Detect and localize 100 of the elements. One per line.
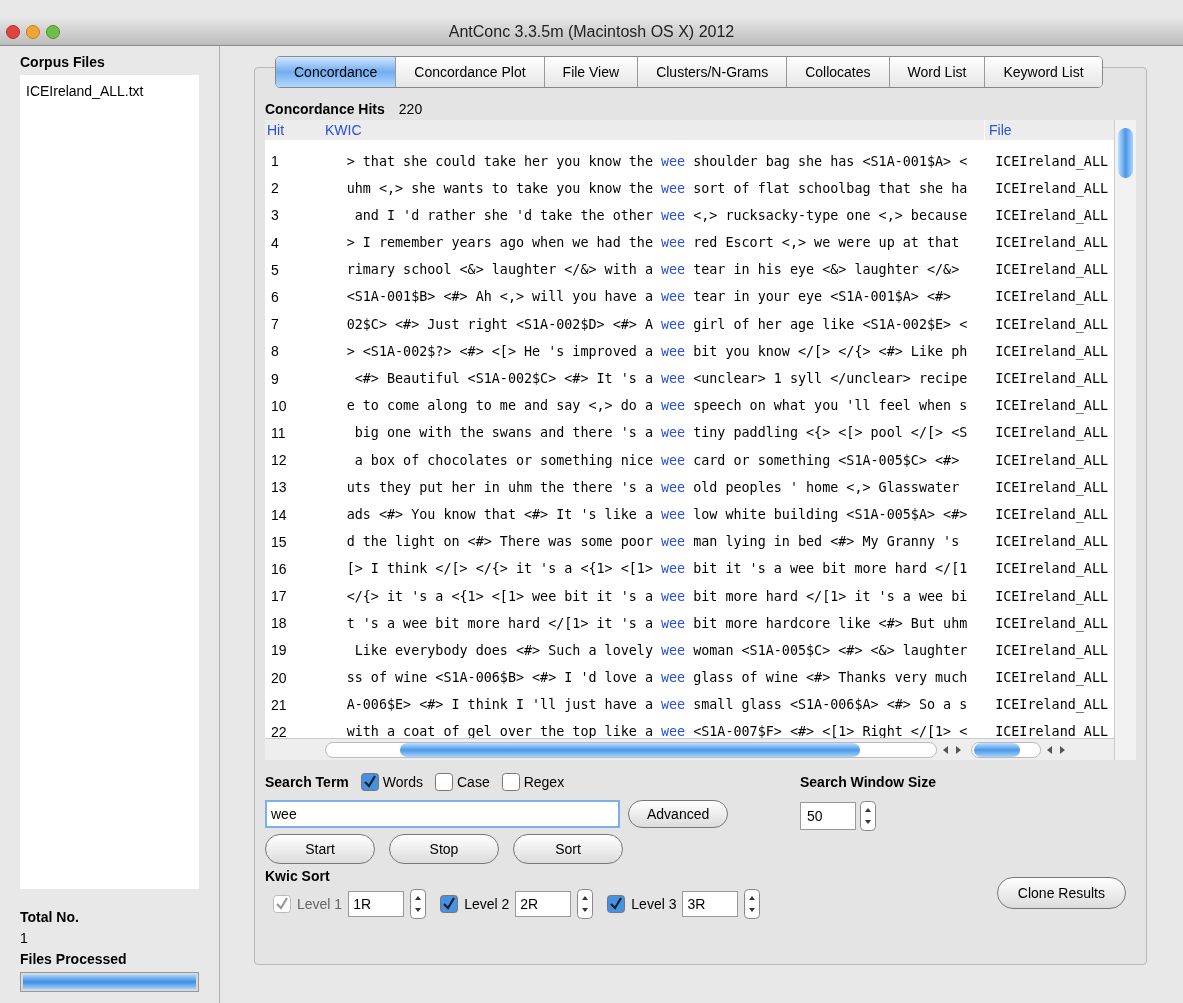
left-context: and I 'd rather she 'd take the other — [353, 206, 653, 225]
level-field[interactable]: 2R — [515, 891, 572, 917]
hit-number: 15 — [270, 532, 288, 552]
left-context: > that she could take her you know the — [346, 152, 653, 171]
keyword: wee — [661, 641, 686, 660]
search-field[interactable]: wee — [265, 800, 620, 828]
file-name: ICEIreland_ALL — [995, 206, 1109, 226]
file-name: ICEIreland_ALL — [995, 723, 1109, 738]
keyword: wee — [661, 342, 686, 361]
right-context: <unclear> 1 syll </unclear> recipe — [693, 370, 969, 389]
scroll-arrows-icon[interactable] — [941, 744, 963, 755]
level-field[interactable]: 3R — [682, 891, 739, 917]
keyword: wee — [661, 179, 686, 198]
hit-number: 11 — [270, 423, 287, 443]
horizontal-scrollbar[interactable] — [971, 741, 1041, 758]
keyword: wee — [661, 397, 686, 416]
file-name: ICEIreland_ALL — [995, 669, 1109, 688]
action-button[interactable]: Sort — [513, 834, 623, 864]
hit-number: 4 — [270, 233, 280, 253]
left-context: uts they put her in uhm the there 's a — [346, 478, 653, 497]
right-context: shoulder bag she has <S1A-001$A> < — [693, 152, 969, 171]
stepper-icon[interactable] — [744, 889, 761, 919]
hit-number: 13 — [270, 478, 288, 498]
level-label: Level 1 — [297, 894, 343, 914]
file-name: ICEIreland_ALL — [995, 397, 1109, 416]
checkbox-label: Regex — [523, 772, 565, 792]
file-name: ICEIreland_ALL — [995, 614, 1109, 634]
hit-number: 20 — [270, 668, 288, 688]
stepper-icon[interactable] — [410, 889, 427, 919]
window-size-field[interactable]: 50 — [800, 802, 856, 830]
tab[interactable]: Collocates — [786, 57, 889, 87]
file-name: ICEIreland_ALL — [995, 451, 1109, 471]
horizontal-scrollbar[interactable] — [325, 741, 937, 758]
scroll-arrows-icon[interactable] — [1045, 744, 1067, 755]
checkbox[interactable] — [501, 773, 520, 791]
level-label: Level 2 — [464, 894, 510, 914]
advanced-button[interactable]: Advanced — [628, 800, 729, 828]
window-title: AntConc 3.3.5m (Macintosh OS X) 2012 — [448, 21, 735, 42]
hit-number: 1 — [270, 152, 280, 172]
file-list-item[interactable]: ICEIreland_ALL.txt — [24, 81, 146, 102]
right-context: tear in his eye <&> laughter </&> — [693, 261, 961, 280]
right-context: tear in your eye <S1A-001$A> <#> — [693, 288, 953, 307]
hit-number: 8 — [270, 342, 280, 362]
window-size-label: Search Window Size — [800, 773, 937, 792]
left-context: <#> Beautiful <S1A-002$C> <#> It 's a — [353, 370, 653, 389]
tab[interactable]: Word List — [888, 57, 985, 87]
right-context: bit more hard </[1> it 's a wee bi — [693, 587, 969, 606]
keyword: wee — [661, 669, 686, 688]
column-header[interactable]: Hit — [265, 119, 325, 141]
total-label: Total No. — [20, 908, 80, 927]
left-context: > <S1A-002$?> <#> <[> He 's improved a — [346, 342, 653, 361]
checkbox[interactable] — [440, 895, 459, 913]
checkbox[interactable] — [360, 773, 379, 791]
keyword: wee — [661, 370, 686, 389]
left-context: uhm <,> she wants to take you know the — [346, 179, 653, 198]
zoom-button[interactable] — [46, 25, 60, 39]
vertical-scrollbar[interactable] — [1114, 120, 1136, 760]
file-name: ICEIreland_ALL — [995, 641, 1109, 661]
file-name: ICEIreland_ALL — [995, 370, 1109, 389]
hits-label: Concordance Hits — [265, 99, 385, 119]
clone-results-button[interactable]: Clone Results — [996, 877, 1126, 909]
file-name: ICEIreland_ALL — [995, 478, 1109, 498]
hit-number: 5 — [270, 260, 280, 280]
file-name: ICEIreland_ALL — [995, 587, 1109, 607]
file-name: ICEIreland_ALL — [995, 179, 1109, 199]
action-button[interactable]: Stop — [389, 834, 499, 864]
tab[interactable]: File View — [543, 57, 638, 87]
tab[interactable]: Clusters/N-Grams — [637, 57, 787, 87]
left-context: d the light on <#> There was some poor — [346, 533, 653, 552]
keyword: wee — [661, 152, 686, 171]
stepper-icon[interactable] — [860, 801, 876, 831]
hit-number: 10 — [270, 396, 288, 416]
stepper-icon[interactable] — [577, 889, 594, 919]
tab[interactable]: Concordance — [276, 57, 396, 87]
action-button[interactable]: Start — [265, 834, 375, 864]
hit-number: 18 — [270, 614, 288, 634]
left-context: ads <#> You know that <#> It 's like a — [346, 505, 653, 524]
left-context: rimary school <&> laughter </&> with a — [346, 261, 653, 280]
hit-number: 14 — [270, 505, 288, 525]
right-context: bit you know </[> </{> <#> Like ph — [693, 342, 969, 361]
keyword: wee — [661, 723, 686, 738]
hit-number: 3 — [270, 206, 280, 226]
right-context: girl of her age like <S1A-002$E> < — [693, 315, 969, 334]
file-name: ICEIreland_ALL — [995, 560, 1109, 579]
column-header[interactable]: KWIC — [325, 119, 984, 141]
keyword: wee — [661, 560, 686, 579]
file-name: ICEIreland_ALL — [995, 533, 1109, 552]
keyword: wee — [661, 451, 686, 470]
hit-number: 17 — [270, 587, 288, 607]
keyword: wee — [661, 505, 686, 524]
keyword: wee — [661, 696, 686, 715]
left-context: big one with the swans and there 's a — [353, 424, 653, 443]
tab[interactable]: Concordance Plot — [395, 57, 544, 87]
keyword: wee — [661, 478, 686, 497]
keyword: wee — [661, 234, 686, 253]
close-button[interactable] — [6, 25, 20, 39]
checkbox[interactable] — [435, 773, 453, 791]
checkbox[interactable] — [607, 895, 626, 913]
tab[interactable]: Keyword List — [984, 57, 1102, 87]
right-context: bit more hardcore like <#> But uhm — [693, 614, 969, 633]
